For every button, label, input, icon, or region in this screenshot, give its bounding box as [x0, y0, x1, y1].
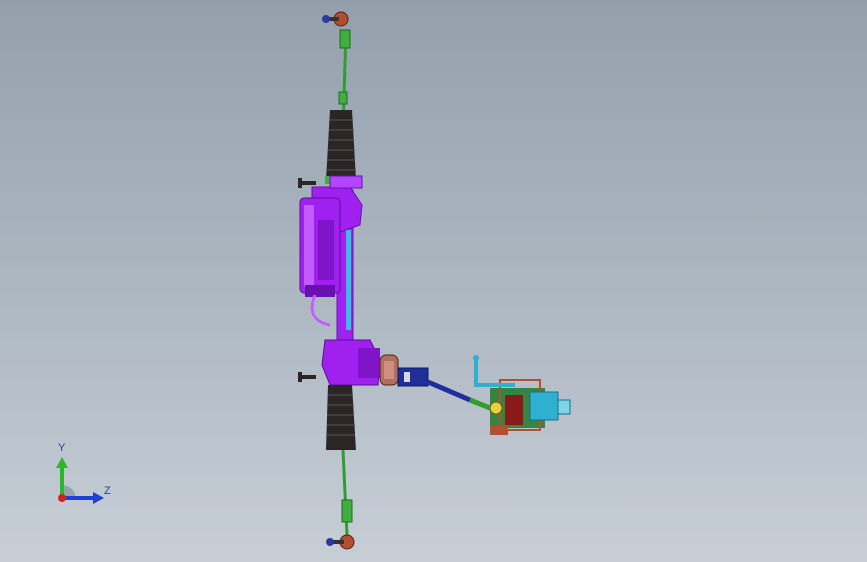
- lower-tie-rod-end[interactable]: [326, 534, 355, 550]
- eps-motor[interactable]: [299, 197, 341, 327]
- graphics-viewport[interactable]: Y Z: [0, 0, 867, 562]
- pinion-housing[interactable]: [321, 339, 399, 386]
- steering-assembly-model[interactable]: [0, 0, 867, 562]
- intermediate-shaft[interactable]: [397, 367, 496, 413]
- rack-bar[interactable]: [346, 230, 351, 330]
- lower-tie-rod[interactable]: [341, 449, 353, 536]
- triad-z-label: Z: [104, 485, 111, 497]
- x-axis-icon: [58, 494, 66, 502]
- steering-column-assembly[interactable]: [489, 379, 571, 435]
- upper-tie-rod-end[interactable]: [322, 11, 349, 27]
- upper-boot[interactable]: [325, 110, 359, 184]
- orientation-triad[interactable]: Y Z: [40, 430, 130, 520]
- lower-boot[interactable]: [326, 385, 356, 450]
- triad-y-label: Y: [58, 442, 66, 454]
- mounting-bolt-lower[interactable]: [298, 372, 316, 382]
